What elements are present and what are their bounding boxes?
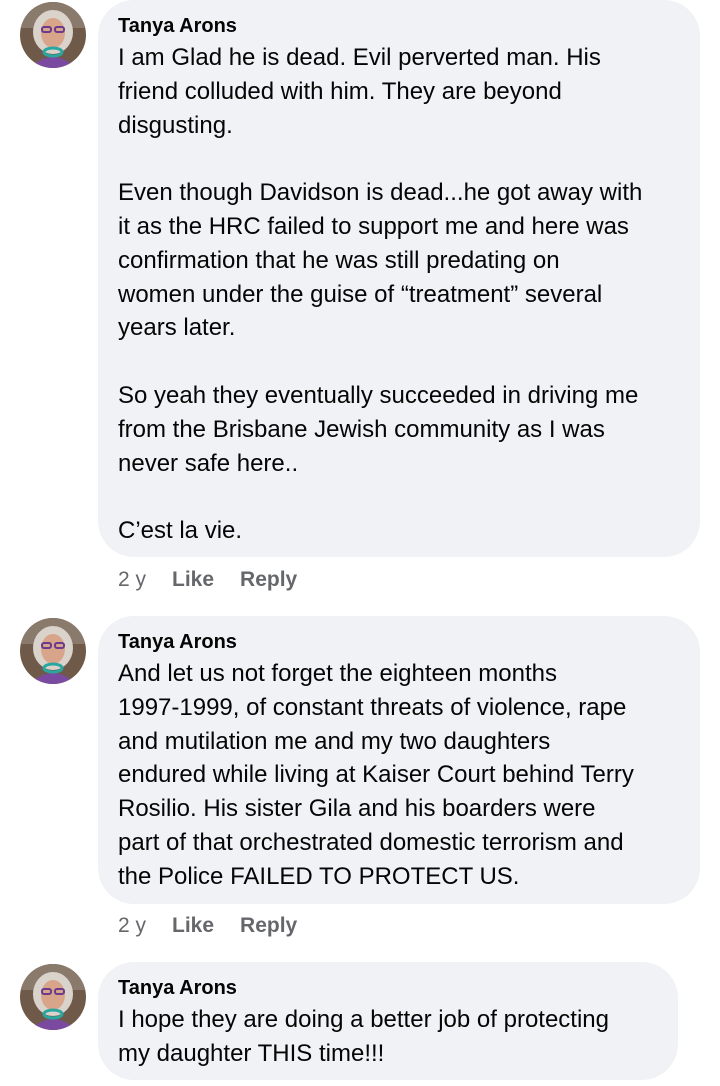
avatar[interactable]	[20, 2, 86, 68]
comment-author[interactable]: Tanya Arons	[118, 975, 658, 1001]
comment-paragraph: I am Glad he is dead. Evil perverted man…	[118, 44, 601, 139]
comment-author[interactable]: Tanya Arons	[118, 13, 680, 39]
like-button[interactable]: Like	[172, 567, 214, 593]
profile-photo-icon	[20, 2, 86, 68]
comment-timestamp[interactable]: 2 y	[118, 913, 146, 939]
avatar[interactable]	[20, 964, 86, 1030]
comment-paragraph: C’est la vie.	[118, 517, 243, 545]
reply-button[interactable]: Reply	[240, 567, 297, 593]
like-button[interactable]: Like	[172, 913, 214, 939]
reply-button[interactable]: Reply	[240, 913, 297, 939]
profile-photo-icon	[20, 964, 86, 1030]
comment-timestamp[interactable]: 2 y	[118, 567, 146, 593]
comment-bubble: Tanya Arons I am Glad he is dead. Evil p…	[98, 0, 700, 557]
comment-actions: 2 y Like Reply	[118, 567, 297, 593]
comment-paragraph: So yeah they eventually succeeded in dri…	[118, 381, 639, 477]
avatar[interactable]	[20, 618, 86, 684]
profile-photo-icon	[20, 618, 86, 684]
comment-paragraph: And let us not forget the eighteen month…	[118, 660, 634, 890]
comment-paragraph: Even though Davidson is dead...he got aw…	[118, 179, 643, 342]
comment-paragraph: I hope they are doing a better job of pr…	[118, 1006, 610, 1067]
comment-author[interactable]: Tanya Arons	[118, 629, 680, 655]
comment-bubble: Tanya Arons I hope they are doing a bett…	[98, 962, 678, 1080]
comment-actions: 2 y Like Reply	[118, 913, 297, 939]
comment-bubble: Tanya Arons And let us not forget the ei…	[98, 616, 700, 904]
